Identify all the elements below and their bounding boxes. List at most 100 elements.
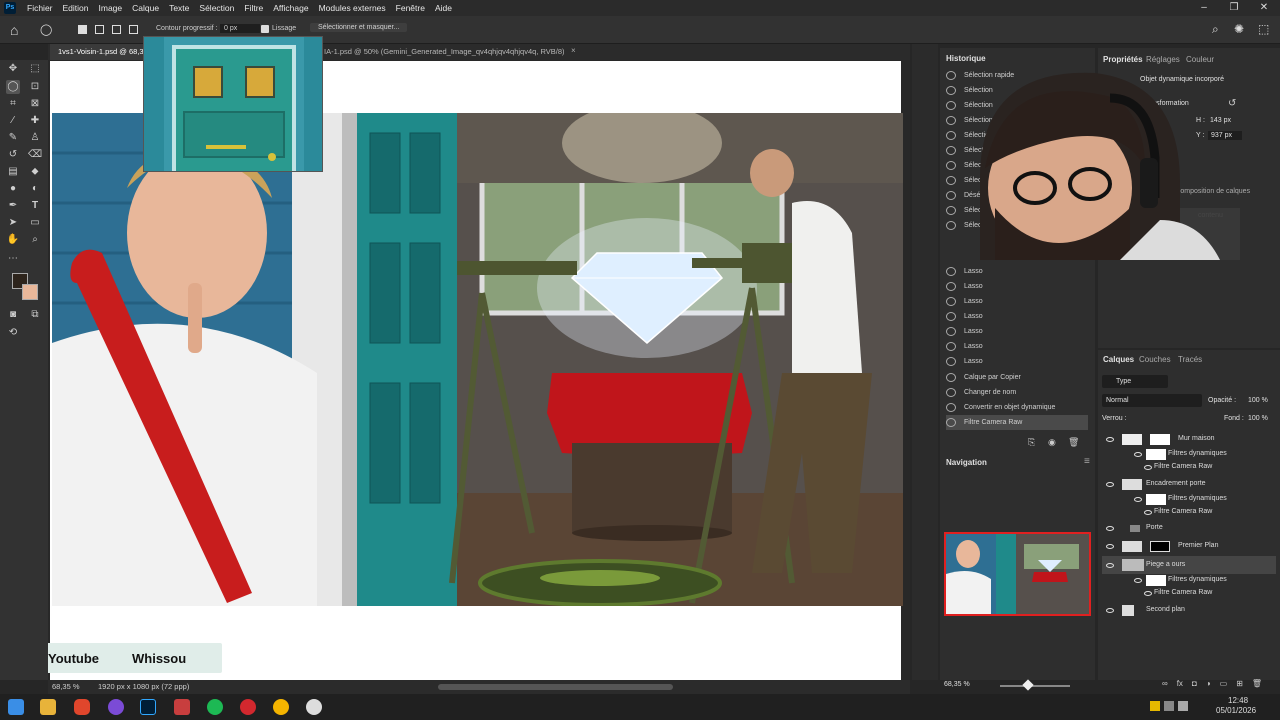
fill-value[interactable]: 100 % [1248,415,1268,422]
menu-texte[interactable]: Texte [164,0,194,16]
lasso-tool-icon[interactable]: ◯ [6,80,20,94]
steam-icon[interactable] [306,699,322,715]
media-app-icon[interactable] [240,699,256,715]
clock-date[interactable]: 05/01/2026 [1216,706,1256,715]
history-item[interactable]: Lasso [946,279,1088,294]
delete-layer-icon[interactable]: 🗑 [1252,679,1262,693]
extra-tool-icon[interactable]: ⟲ [6,326,20,340]
close-icon[interactable]: ✕ [1249,0,1279,16]
navigation-zoom[interactable]: 68,35 % [944,681,970,688]
filter-item-row[interactable]: Filtre Camera Raw [1102,458,1276,476]
background-color-swatch[interactable] [22,284,38,300]
type-tool-icon[interactable]: T [28,199,42,213]
menu-affichage[interactable]: Affichage [268,0,313,16]
chrome-icon[interactable] [273,699,289,715]
composite-image[interactable] [52,113,903,606]
home-icon[interactable]: ⌂ [10,22,18,38]
visibility-eye-icon[interactable] [1106,608,1114,613]
lasso-tool-icon[interactable]: ◯ [40,23,52,36]
layer-row[interactable]: Premier Plan [1102,537,1276,555]
messenger-icon[interactable] [108,699,124,715]
brave-browser-icon[interactable] [74,699,90,715]
move-tool-icon[interactable]: ✥ [6,62,20,76]
visibility-eye-icon[interactable] [1134,452,1142,457]
visibility-eye-icon[interactable] [1144,510,1152,515]
visibility-eye-icon[interactable] [1106,482,1114,487]
menu-image[interactable]: Image [94,0,128,16]
visibility-eye-icon[interactable] [1134,578,1142,583]
blur-tool-icon[interactable]: ⬥ [28,165,42,179]
zoom-slider-handle[interactable] [1022,679,1034,691]
snapshot-camera-icon[interactable]: ◉ [1048,437,1056,448]
photoshop-taskbar-icon[interactable] [140,699,156,715]
tab-layers[interactable]: Calques [1103,355,1134,364]
layer-row[interactable]: Second plan [1102,601,1276,619]
adjustment-layer-icon[interactable]: ◑ [1206,679,1211,693]
healing-brush-icon[interactable]: ✚ [28,114,42,128]
menu-calque[interactable]: Calque [127,0,164,16]
volume-icon[interactable] [1178,701,1188,711]
network-icon[interactable] [1164,701,1174,711]
menu-fenetre[interactable]: Fenêtre [391,0,430,16]
history-item[interactable]: Lasso [946,294,1088,309]
visibility-eye-icon[interactable] [1106,437,1114,442]
smooth-checkbox[interactable] [261,25,269,33]
visibility-eye-icon[interactable] [1134,497,1142,502]
menu-edition[interactable]: Edition [58,0,94,16]
add-mask-icon[interactable]: ◘ [1192,679,1197,693]
add-selection-icon[interactable] [95,25,104,34]
history-item[interactable]: Lasso [946,339,1088,354]
brush-tool-icon[interactable]: ✎ [6,131,20,145]
minimize-icon[interactable]: – [1189,0,1219,16]
menu-selection[interactable]: Sélection [194,0,239,16]
opacity-value[interactable]: 100 % [1248,397,1268,404]
tab-1vs1-voisin[interactable]: 1vs1-Voisin-1.psd @ 68,3 [50,44,146,60]
gradient-tool-icon[interactable]: ▤ [6,165,20,179]
more-tools-icon[interactable]: ⋯ [6,252,20,266]
zoom-tool-icon[interactable]: ⌕ [28,233,42,247]
zoom-slider[interactable] [1000,685,1070,687]
select-and-mask-button[interactable]: Sélectionner et masquer... [310,23,408,32]
navigation-preview[interactable] [944,532,1091,616]
close-tab-icon[interactable]: × [571,46,576,55]
tab-navigation[interactable]: Navigation [946,458,987,467]
menu-fichier[interactable]: Fichier [22,0,58,16]
horizontal-scrollbar[interactable] [438,684,673,690]
file-explorer-icon[interactable] [40,699,56,715]
layer-group-row[interactable]: Porte [1102,519,1276,537]
filter-item-row[interactable]: Filtre Camera Raw [1102,584,1276,602]
tab-channels[interactable]: Couches [1139,355,1171,364]
visibility-eye-icon[interactable] [1106,544,1114,549]
crop-tool-icon[interactable]: ⌗ [6,97,20,111]
visibility-eye-icon[interactable] [1106,526,1114,531]
app-icon[interactable] [174,699,190,715]
history-item[interactable]: Calque par Copier [946,370,1088,385]
share-icon[interactable]: ⬚ [1258,22,1269,36]
clock-time[interactable]: 12:48 [1228,696,1248,705]
search-icon[interactable]: ⌕ [1212,22,1219,37]
history-item[interactable]: Lasso [946,354,1088,369]
dodge-tool-icon[interactable]: ● [6,182,20,196]
layer-filter-select[interactable]: Type [1102,375,1168,388]
quick-selection-icon[interactable]: ⊡ [28,80,42,94]
hand-tool-icon[interactable]: ✋ [6,233,20,247]
blend-mode-select[interactable]: Normal [1102,394,1202,407]
history-item[interactable]: Changer de nom [946,385,1088,400]
stamp-tool-icon[interactable]: ♙ [28,131,42,145]
panel-menu-icon[interactable]: ≡ [1084,456,1090,467]
quick-mask-icon[interactable]: ◙ [6,308,20,322]
trash-icon[interactable]: 🗑 [1068,437,1079,448]
history-item-current[interactable]: Filtre Camera Raw [946,415,1088,430]
history-item[interactable]: Convertir en objet dynamique [946,400,1088,415]
lightbulb-icon[interactable]: ✺ [1234,22,1244,36]
history-item[interactable]: Lasso [946,324,1088,339]
new-group-icon[interactable]: ▭ [1220,679,1228,693]
burn-tool-icon[interactable]: ◐ [28,182,42,196]
layer-style-icon[interactable]: fx [1177,679,1183,693]
visibility-eye-icon[interactable] [1144,465,1152,470]
history-item[interactable]: Lasso [946,264,1088,279]
zoom-level[interactable]: 68,35 % [52,682,80,691]
feather-input[interactable]: 0 px [220,24,260,33]
tab-paths[interactable]: Tracés [1178,355,1202,364]
spotify-icon[interactable] [207,699,223,715]
